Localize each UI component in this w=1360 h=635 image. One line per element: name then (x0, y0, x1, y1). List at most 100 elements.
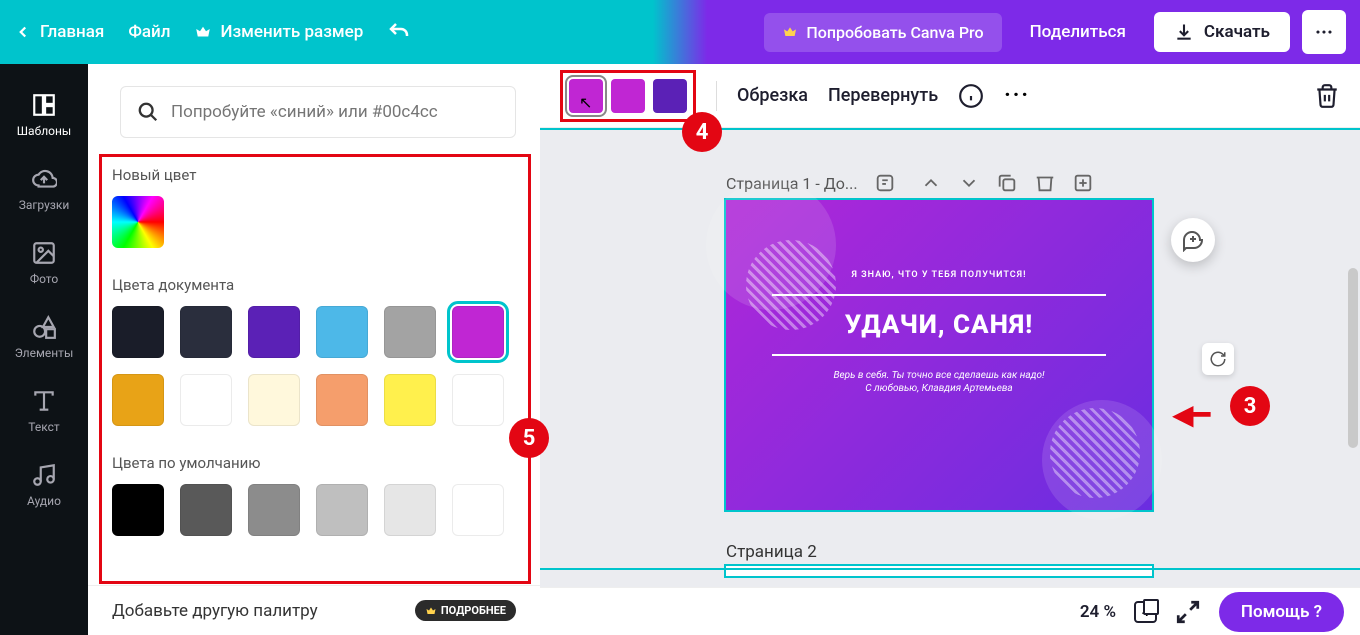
reload-button[interactable] (1202, 343, 1234, 375)
crown-icon (194, 23, 212, 41)
page-actions (920, 172, 1094, 194)
sidebar-templates[interactable]: Шаблоны (0, 78, 88, 152)
more-badge[interactable]: ПОДРОБНЕЕ (415, 600, 516, 621)
color-chip[interactable]: ↖ (569, 79, 603, 113)
color-search[interactable] (120, 86, 516, 138)
sidebar-uploads-label: Загрузки (19, 198, 70, 212)
trash-icon[interactable] (1314, 83, 1340, 109)
color-swatch[interactable] (384, 306, 436, 358)
image-icon (31, 240, 57, 266)
fullscreen-icon[interactable] (1175, 599, 1201, 625)
default-swatches (112, 484, 516, 536)
download-icon (1174, 22, 1194, 42)
color-chip[interactable] (611, 79, 645, 113)
more-button[interactable]: ··· (1302, 10, 1346, 54)
color-swatch[interactable] (452, 306, 504, 358)
sidebar-text-label: Текст (28, 420, 59, 434)
sidebar-audio[interactable]: Аудио (0, 448, 88, 522)
annotation-badge-5: 5 (509, 418, 549, 458)
guide-line (540, 568, 1360, 570)
more-options-button[interactable]: ··· (1004, 83, 1030, 108)
music-icon (31, 462, 57, 488)
more-label: ПОДРОБНЕЕ (441, 604, 506, 617)
divider-line (772, 354, 1106, 356)
color-swatch[interactable] (112, 374, 164, 426)
flip-button[interactable]: Перевернуть (828, 85, 938, 106)
divider-line (772, 294, 1106, 296)
try-pro-label: Попробовать Canva Pro (806, 23, 983, 42)
color-swatch[interactable] (112, 306, 164, 358)
add-comment-button[interactable] (1171, 218, 1215, 262)
design-page-1[interactable]: Я ЗНАЮ, ЧТО У ТЕБЯ ПОЛУЧИТСЯ! УДАЧИ, САН… (726, 200, 1152, 510)
default-colors-title: Цвета по умолчанию (112, 454, 516, 472)
add-page-icon[interactable] (1072, 172, 1094, 194)
canvas-area: Страница 1 - До... Я ЗНАЮ, ЧТО У ТЕБЯ ПО… (540, 128, 1360, 595)
sidebar-photos-label: Фото (30, 272, 58, 286)
info-icon[interactable] (958, 83, 984, 109)
add-palette-label[interactable]: Добавьте другую палитру (112, 601, 318, 621)
divider (716, 81, 717, 111)
color-swatch[interactable] (316, 484, 368, 536)
page-header: Страница 1 - До... (726, 172, 1340, 194)
chevron-up-icon[interactable] (920, 172, 942, 194)
trash-icon[interactable] (1034, 172, 1056, 194)
chevron-down-icon[interactable] (958, 172, 980, 194)
new-color-title: Новый цвет (112, 166, 516, 184)
color-panel: Новый цвет Цвета документа Цвета по умол… (88, 64, 540, 635)
editor-toolbar: ↖ Обрезка Перевернуть ··· (540, 64, 1360, 128)
annotation-badge-4: 4 (682, 112, 722, 152)
sidebar-photos[interactable]: Фото (0, 226, 88, 300)
color-swatch[interactable] (248, 306, 300, 358)
sidebar-elements-label: Элементы (15, 346, 74, 360)
color-swatch[interactable] (316, 374, 368, 426)
color-swatch[interactable] (452, 374, 504, 426)
color-swatch[interactable] (180, 306, 232, 358)
doc-colors-title: Цвета документа (112, 276, 516, 294)
editor-footer: 24 % 4 Помощь ? (540, 587, 1360, 635)
sidebar-uploads[interactable]: Загрузки (0, 152, 88, 226)
color-swatch[interactable] (384, 484, 436, 536)
color-swatch[interactable] (112, 484, 164, 536)
sidebar: Шаблоны Загрузки Фото Элементы Текст Ауд… (0, 64, 88, 635)
home-button[interactable]: Главная (14, 22, 104, 42)
sidebar-text[interactable]: Текст (0, 374, 88, 448)
card-title: УДАЧИ, САНЯ! (746, 310, 1132, 340)
guide-line (540, 128, 1360, 130)
topbar-left: Главная Файл Изменить размер (14, 20, 411, 44)
duplicate-icon[interactable] (996, 172, 1018, 194)
color-swatch[interactable] (452, 484, 504, 536)
topbar-right: Попробовать Canva Pro Поделиться Скачать… (764, 10, 1346, 54)
color-picker-button[interactable] (112, 196, 164, 248)
resize-button[interactable]: Изменить размер (194, 22, 363, 42)
reload-icon (1209, 350, 1227, 368)
card-line1: Верь в себя. Ты точно все сделаешь как н… (746, 370, 1132, 381)
comment-plus-icon (1181, 228, 1205, 252)
scrollbar[interactable] (1348, 268, 1358, 448)
file-menu[interactable]: Файл (128, 22, 170, 42)
page-indicator[interactable]: 4 (1134, 601, 1157, 623)
undo-icon[interactable] (387, 20, 411, 44)
color-swatch[interactable] (316, 306, 368, 358)
try-pro-button[interactable]: Попробовать Canva Pro (764, 13, 1001, 52)
note-icon[interactable] (874, 172, 896, 194)
download-button[interactable]: Скачать (1154, 12, 1290, 52)
sidebar-elements[interactable]: Элементы (0, 300, 88, 374)
card-subtitle: Я ЗНАЮ, ЧТО У ТЕБЯ ПОЛУЧИТСЯ! (746, 270, 1132, 280)
color-swatch[interactable] (180, 484, 232, 536)
color-swatch[interactable] (248, 374, 300, 426)
color-swatch[interactable] (248, 484, 300, 536)
color-swatch[interactable] (384, 374, 436, 426)
zoom-level[interactable]: 24 % (1080, 602, 1116, 622)
chevron-left-icon (14, 23, 32, 41)
color-search-input[interactable] (171, 102, 499, 122)
color-swatch[interactable] (180, 374, 232, 426)
sidebar-audio-label: Аудио (27, 494, 61, 508)
cloud-upload-icon (31, 166, 57, 192)
crop-button[interactable]: Обрезка (737, 85, 808, 106)
color-chip[interactable] (653, 79, 687, 113)
share-button[interactable]: Поделиться (1014, 12, 1142, 52)
card-line2: С любовью, Клавдия Артемьева (746, 383, 1132, 394)
text-icon (31, 388, 57, 414)
crown-icon (425, 605, 437, 617)
help-button[interactable]: Помощь ? (1219, 592, 1344, 632)
